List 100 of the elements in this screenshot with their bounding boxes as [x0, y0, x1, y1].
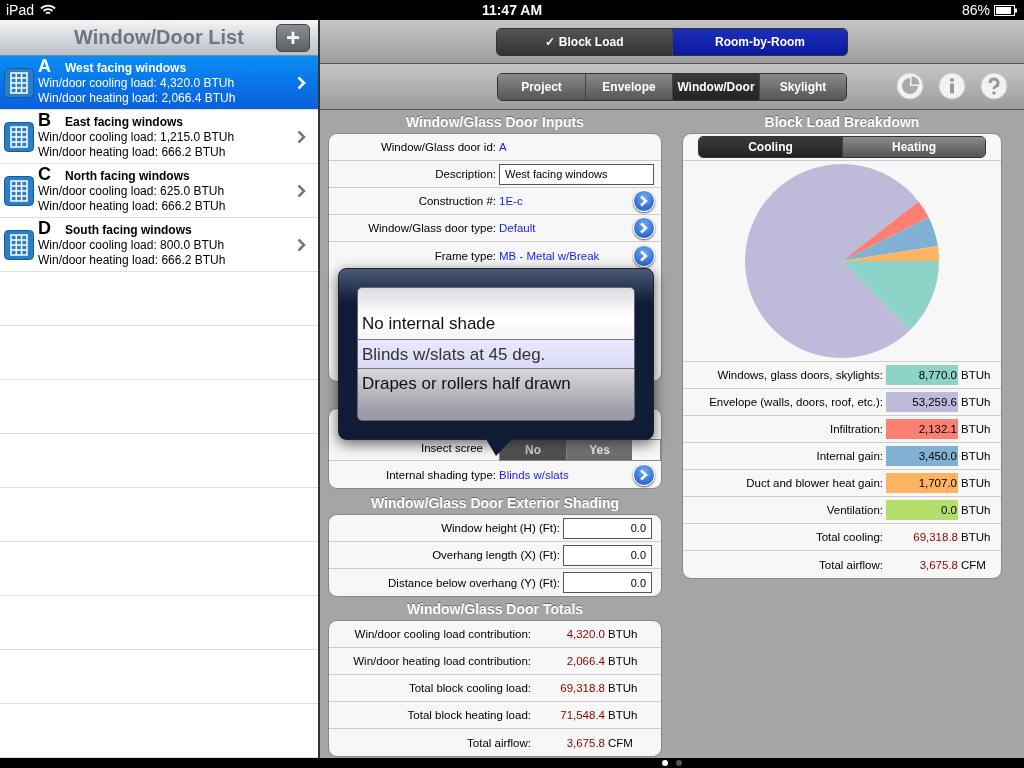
cooling-load: Win/door cooling load: 4,320.0 BTUh — [38, 76, 236, 91]
load-value: 53,259.6 — [886, 392, 958, 412]
mode-tab[interactable]: ✓ Block Load — [497, 28, 672, 55]
unit-label: BTUh — [960, 396, 992, 408]
unit-label: BTUh — [960, 450, 992, 462]
chevron-icon — [639, 249, 649, 262]
picker-option[interactable]: Blinds w/slats at 45 deg. — [358, 339, 634, 369]
load-label: Windows, glass doors, skylights: — [716, 369, 884, 381]
unit-label: BTUh — [607, 628, 639, 640]
item-letter: D — [38, 221, 51, 236]
page-dot[interactable] — [662, 760, 668, 766]
section-tab[interactable]: Project — [498, 73, 585, 100]
item-title: West facing windows — [65, 61, 187, 76]
breakdown-tab[interactable]: Cooling — [699, 137, 842, 157]
breakdown-tab[interactable]: Heating — [842, 137, 985, 157]
item-letter: A — [38, 59, 51, 74]
field-label: Window/Glass door type: — [367, 222, 497, 234]
total-value: 71,548.4 — [559, 709, 605, 721]
page-dot[interactable] — [676, 760, 682, 766]
device-name: iPad — [6, 2, 35, 18]
number-field[interactable]: 0.0 — [563, 572, 652, 593]
field-label: Construction #: — [417, 195, 497, 207]
heating-load: Win/door heating load: 666.2 BTUh — [38, 199, 227, 214]
unit-label: BTUh — [607, 709, 639, 721]
unit-label: BTUh — [960, 369, 992, 381]
field-label: Distance below overhang (Y) (Ft): — [387, 576, 561, 589]
total-value: 69,318.8 — [559, 682, 605, 694]
field-value: 1E-c — [499, 195, 524, 207]
section-tab[interactable]: Skylight — [759, 73, 846, 100]
chevron-icon — [297, 129, 306, 144]
list-title: Window/Door List — [74, 26, 244, 49]
number-field[interactable]: 0.0 — [563, 517, 652, 539]
field-label: Window height (H) (Ft): — [440, 522, 561, 534]
info-icon[interactable] — [938, 72, 966, 100]
load-value: 3,450.0 — [886, 446, 958, 466]
field-label: Insect scree — [420, 441, 484, 454]
field-value: Default — [499, 222, 537, 234]
load-value: 0.0 — [886, 500, 958, 520]
cooling-load: Win/door cooling load: 1,215.0 BTUh — [38, 130, 236, 145]
toggle-option[interactable]: Yes — [566, 440, 632, 460]
mode-tab[interactable]: Room-by-Room — [672, 28, 847, 55]
list-item[interactable]: D South facing windows Win/door cooling load: 800.0 BTUh Win/door heating load: 666.2 BTUh — [0, 218, 318, 272]
unit-label: BTUh — [960, 423, 992, 435]
chevron-icon — [639, 195, 649, 207]
load-value: 8,770.0 — [886, 365, 958, 385]
load-label: Envelope (walls, doors, roof, etc.): — [708, 396, 884, 408]
unit-label: BTUh — [960, 477, 992, 489]
load-label: Total cooling: — [814, 531, 884, 543]
chevron-icon — [297, 183, 306, 198]
field-label: Overhang length (X) (Ft): — [431, 549, 561, 561]
section-title: Window/Glass Door Inputs — [405, 113, 585, 132]
description-field[interactable]: West facing windows — [499, 163, 654, 185]
list-item[interactable]: C North facing windows Win/door cooling load: 625.0 BTUh Win/door heating load: 666.2 BTUh — [0, 164, 318, 218]
heating-load: Win/door heating load: 666.2 BTUh — [38, 145, 227, 160]
chevron-icon — [639, 222, 649, 234]
cooling-load: Win/door cooling load: 625.0 BTUh — [38, 184, 226, 199]
total-value: 4,320.0 — [565, 628, 605, 640]
list-item[interactable]: A West facing windows Win/door cooling load: 4,320.0 BTUh Win/door heating load: 2,066.4 BTUh — [0, 56, 318, 110]
field-label: Frame type: — [433, 249, 497, 262]
total-label: Win/door heating load contribution: — [352, 655, 532, 667]
load-value: 1,707.0 — [886, 473, 958, 493]
disclosure-button[interactable] — [633, 190, 655, 212]
load-label: Total airflow: — [818, 558, 884, 571]
load-label: Internal gain: — [815, 450, 884, 462]
total-value: 3,675.8 — [565, 736, 605, 749]
number-field[interactable]: 0.0 — [563, 544, 652, 566]
help-icon[interactable] — [980, 72, 1008, 100]
popover-pointer — [486, 439, 512, 456]
disclosure-button[interactable] — [633, 217, 655, 239]
field-label: Internal shading type: — [385, 468, 497, 481]
total-label: Total block cooling load: — [407, 682, 532, 694]
toggle-option[interactable]: No — [500, 440, 566, 460]
wifi-icon — [40, 4, 57, 16]
load-value: 2,132.1 — [886, 419, 958, 439]
picker-option[interactable]: No internal shade — [358, 309, 634, 339]
window-icon — [4, 175, 34, 206]
field-value: Blinds w/slats — [499, 468, 570, 481]
chevron-icon — [297, 75, 306, 90]
load-label: Duct and blower heat gain: — [745, 477, 884, 489]
chevron-icon — [639, 468, 649, 481]
load-label: Infiltration: — [828, 423, 884, 435]
load-value: 3,675.8 — [918, 558, 958, 571]
section-tab[interactable]: Window/Door — [672, 73, 759, 100]
field-value: MB - Metal w/Break — [499, 249, 601, 262]
unit-label: CFM — [960, 558, 987, 571]
battery-percent: 86% — [961, 2, 990, 18]
field-label: Window/Glass door id: — [379, 141, 497, 153]
item-title: East facing windows — [65, 115, 184, 130]
disclosure-button[interactable] — [633, 244, 655, 267]
field-value: A — [499, 141, 508, 153]
window-icon — [4, 67, 34, 98]
disclosure-button[interactable] — [633, 463, 655, 486]
add-button[interactable]: + — [276, 23, 310, 52]
unit-label: BTUh — [607, 655, 639, 667]
item-letter: C — [38, 167, 51, 182]
total-label: Win/door cooling load contribution: — [353, 628, 532, 640]
list-item[interactable]: B East facing windows Win/door cooling load: 1,215.0 BTUh Win/door heating load: 666.2 BTUh — [0, 110, 318, 164]
section-tab[interactable]: Envelope — [585, 73, 672, 100]
picker-option[interactable]: Drapes or rollers half drawn — [358, 369, 634, 399]
item-letter: B — [38, 113, 51, 128]
